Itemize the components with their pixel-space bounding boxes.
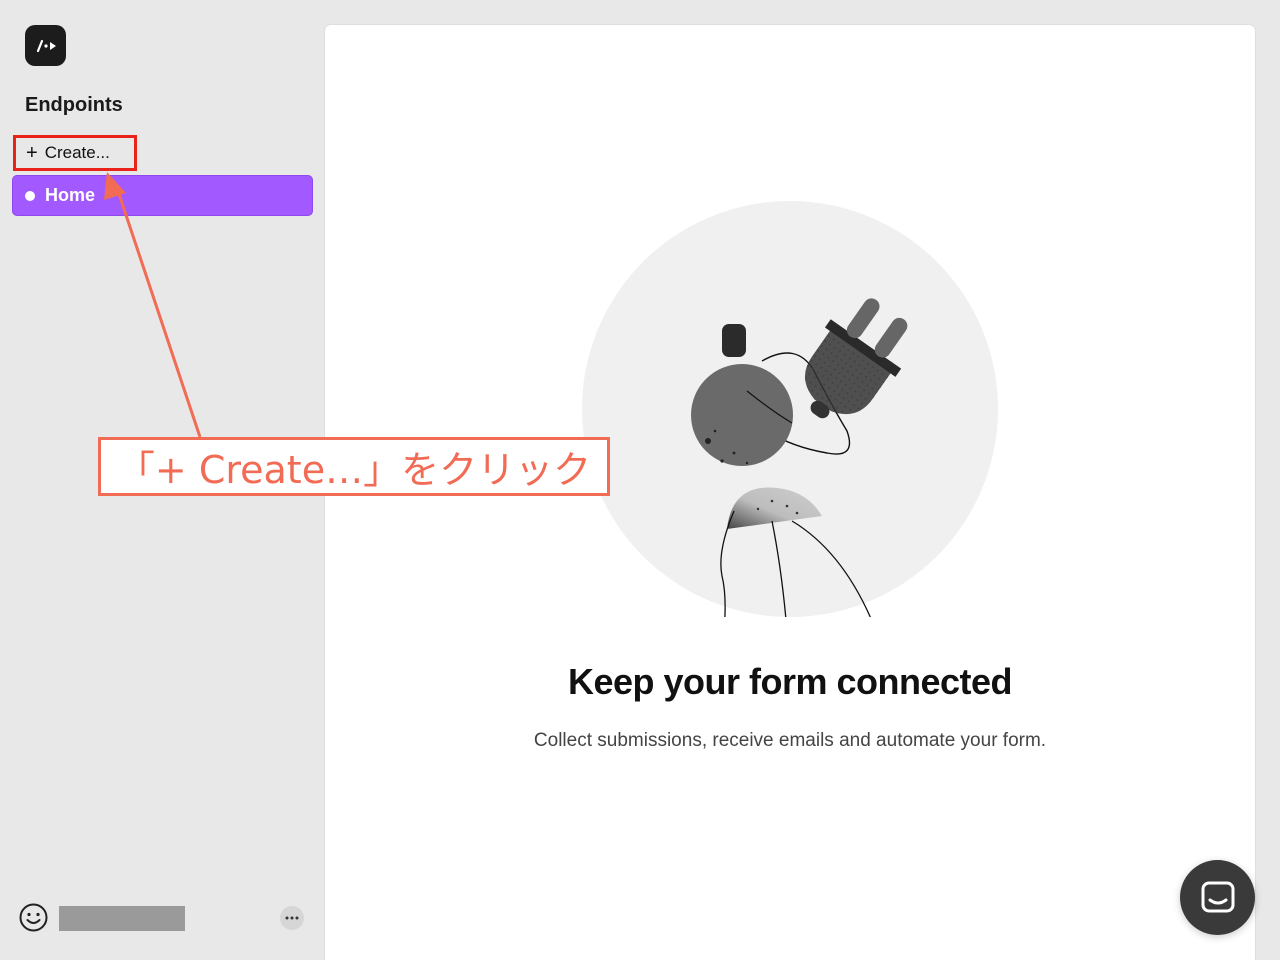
empty-state-description: Collect submissions, receive emails and … bbox=[533, 730, 1047, 751]
sidebar-item-home[interactable]: Home bbox=[12, 175, 313, 216]
status-dot-icon bbox=[25, 190, 35, 201]
chat-icon[interactable] bbox=[1180, 860, 1255, 935]
sidebar-item-label: Home bbox=[45, 185, 96, 205]
plug-illustration bbox=[582, 201, 998, 617]
ellipsis-icon[interactable] bbox=[280, 906, 304, 930]
plus-icon: + bbox=[26, 142, 38, 164]
create-label: Create... bbox=[44, 143, 110, 162]
section-title: Endpoints bbox=[25, 94, 123, 116]
empty-state-title: Keep your form connected bbox=[567, 661, 1013, 702]
smiley-icon[interactable] bbox=[18, 902, 49, 933]
create-endpoint-button[interactable]: + Create... bbox=[13, 135, 137, 171]
app-logo-icon[interactable] bbox=[25, 25, 66, 66]
annotation-callout: 「+ Create…」をクリック bbox=[98, 437, 610, 496]
user-row bbox=[18, 902, 308, 934]
user-name-redacted bbox=[59, 906, 185, 931]
